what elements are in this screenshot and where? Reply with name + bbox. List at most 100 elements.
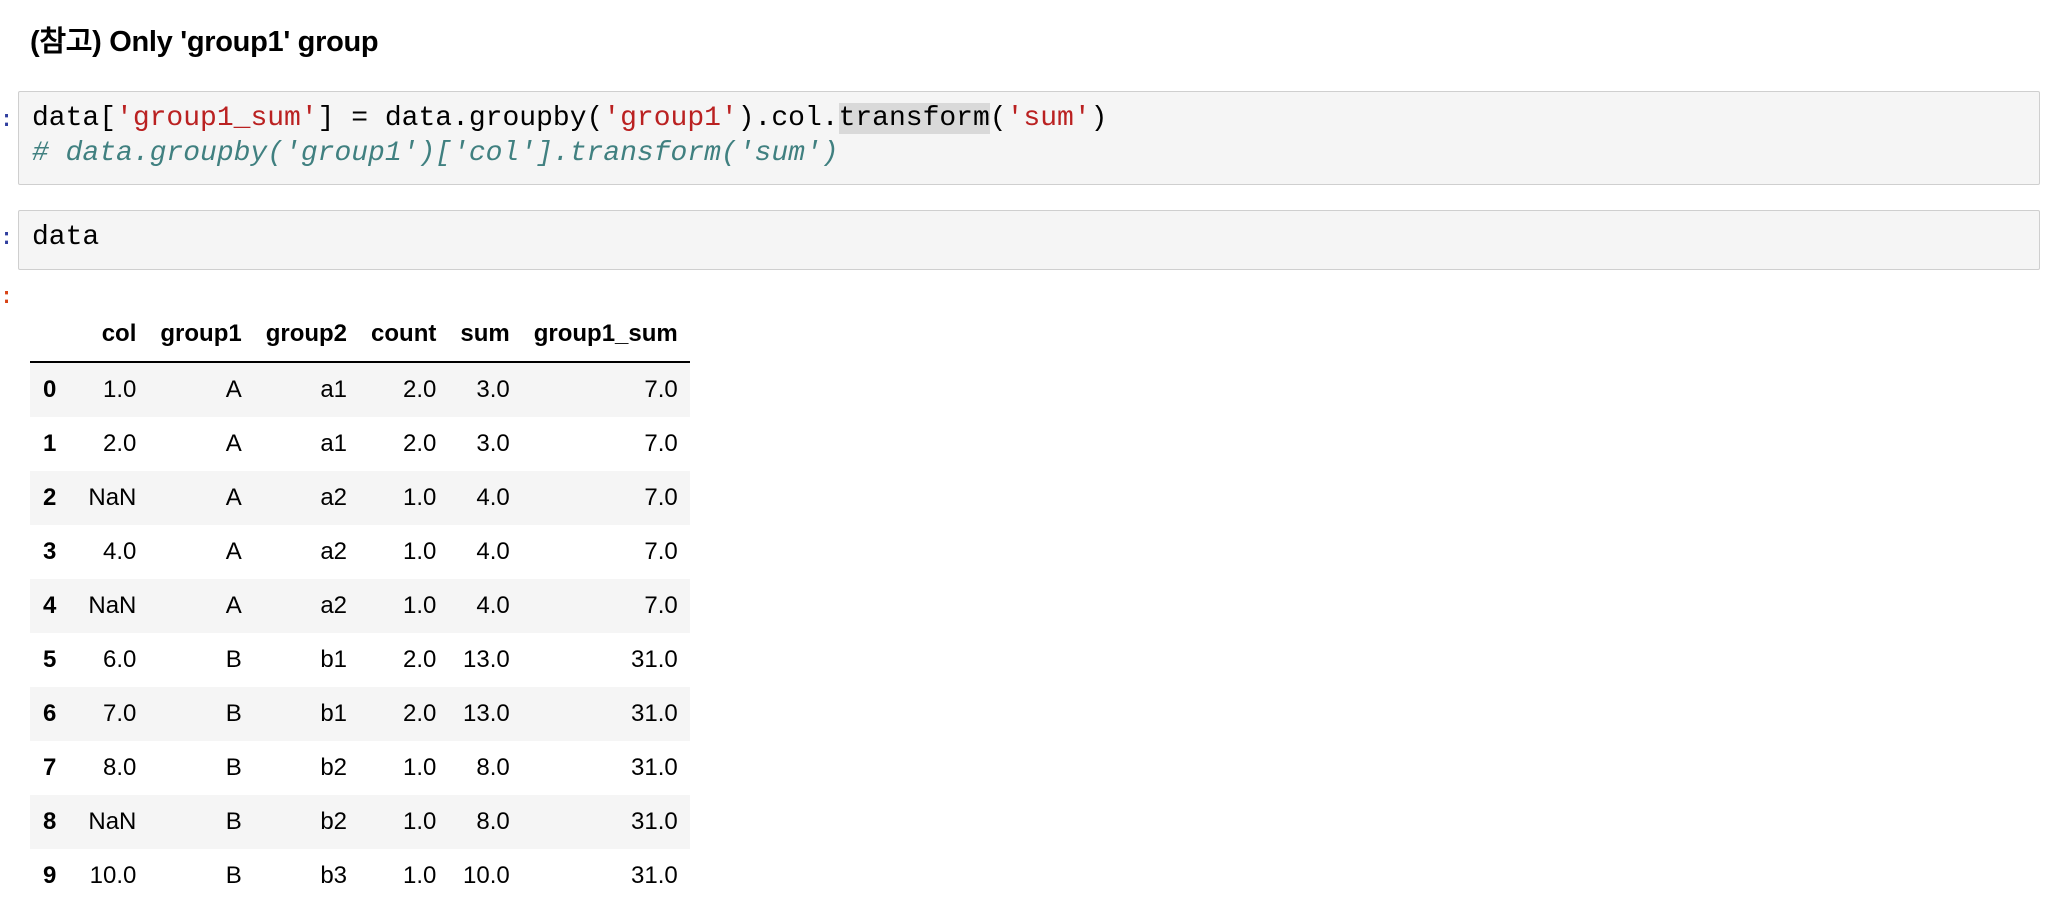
table-cell: 2.0 — [402, 646, 437, 673]
table-cell: 4.0 — [103, 538, 137, 565]
code-string: 'sum' — [1006, 103, 1091, 134]
code-token: ] = data.groupby( — [317, 103, 604, 134]
table-cell: A — [225, 484, 242, 511]
table-row: 3 4.0 Aa2 1.0 4.0 7.0 — [30, 525, 690, 579]
table-cell: 1.0 — [402, 538, 437, 565]
table-cell: 8.0 — [476, 754, 510, 781]
row-index: 5 — [43, 646, 57, 673]
code-comment: # data.groupby('group1')['col'].transfor… — [32, 138, 839, 169]
column-header-group1: group1 — [148, 307, 254, 363]
table-cell: 1.0 — [402, 484, 437, 511]
row-index: 7 — [43, 754, 57, 781]
row-index: 0 — [43, 376, 57, 403]
table-cell: 31.0 — [631, 754, 678, 781]
cell-prompt-code1: : — [0, 110, 8, 132]
table-row: 4 NaN Aa2 1.0 4.0 7.0 — [30, 579, 690, 633]
code-string: 'group1' — [603, 103, 738, 134]
code-token: data[ — [32, 103, 117, 134]
table-cell: 10.0 — [89, 862, 137, 889]
table-cell: 4.0 — [476, 484, 510, 511]
cell-prompt-code2: : — [0, 228, 8, 250]
code-line-1: data['group1_sum'] = data.groupby('group… — [32, 101, 2039, 136]
table-cell: b3 — [320, 862, 348, 889]
code-token: ( — [989, 103, 1007, 134]
table-cell: 13.0 — [463, 646, 510, 673]
code-string: 'group1_sum' — [116, 103, 318, 134]
row-index: 6 — [43, 700, 57, 727]
table-cell: a1 — [320, 376, 348, 403]
table-cell: b1 — [320, 646, 348, 673]
table-cell: a2 — [320, 538, 348, 565]
table-row: 8 NaN Bb2 1.0 8.0 31.0 — [30, 795, 690, 849]
table-cell: b1 — [320, 700, 348, 727]
table-cell: b2 — [320, 808, 348, 835]
code-cell-data[interactable]: data — [18, 210, 2040, 270]
table-cell: 4.0 — [476, 592, 510, 619]
table-cell: B — [225, 700, 242, 727]
table-cell: a2 — [320, 592, 348, 619]
table-cell: a1 — [320, 430, 348, 457]
table-cell: A — [225, 538, 242, 565]
table-cell: 2.0 — [402, 700, 437, 727]
table-cell: 2.0 — [402, 430, 437, 457]
table-cell: 1.0 — [402, 862, 437, 889]
table-cell: NaN — [88, 808, 137, 835]
table-cell: 4.0 — [476, 538, 510, 565]
table-row: 1 2.0 Aa1 2.0 3.0 7.0 — [30, 417, 690, 471]
table-cell: B — [225, 754, 242, 781]
table-cell: 7.0 — [103, 700, 137, 727]
table-row: 9 10.0 Bb3 1.0 10.0 31.0 — [30, 849, 690, 903]
table-row: 5 6.0 Bb1 2.0 13.0 31.0 — [30, 633, 690, 687]
index-header — [30, 307, 69, 363]
table-cell: 7.0 — [644, 376, 678, 403]
table-cell: 7.0 — [644, 430, 678, 457]
table-cell: 13.0 — [463, 700, 510, 727]
table-cell: 2.0 — [103, 430, 137, 457]
code-cell-groupby-transform[interactable]: data['group1_sum'] = data.groupby('group… — [18, 91, 2040, 185]
table-cell: A — [225, 592, 242, 619]
table-header-row: col group1 group2 count sum group1_sum — [30, 307, 690, 363]
code-highlight-transform: transform — [838, 103, 990, 134]
table-cell: 3.0 — [476, 376, 510, 403]
table-cell: 8.0 — [476, 808, 510, 835]
table-cell: 31.0 — [631, 700, 678, 727]
table-cell: 7.0 — [644, 484, 678, 511]
column-header-group2: group2 — [253, 307, 360, 363]
table-row: 7 8.0 Bb2 1.0 8.0 31.0 — [30, 741, 690, 795]
row-index: 9 — [43, 862, 57, 889]
code-line: data — [32, 222, 100, 253]
table-cell: 6.0 — [103, 646, 137, 673]
table-cell: 1.0 — [402, 808, 437, 835]
dataframe-output: col group1 group2 count sum group1_sum 0… — [30, 307, 690, 903]
table-cell: B — [225, 862, 242, 889]
column-header-col: col — [68, 307, 149, 363]
table-cell: 7.0 — [644, 538, 678, 565]
table-cell: A — [225, 430, 242, 457]
row-index: 4 — [43, 592, 57, 619]
table-cell: 7.0 — [644, 592, 678, 619]
table-cell: NaN — [88, 484, 137, 511]
table-cell: B — [225, 808, 242, 835]
column-header-count: count — [359, 307, 449, 363]
row-index: 8 — [43, 808, 57, 835]
table-row: 6 7.0 Bb1 2.0 13.0 31.0 — [30, 687, 690, 741]
table-cell: 31.0 — [631, 646, 678, 673]
table-cell: 8.0 — [103, 754, 137, 781]
table-row: 0 1.0 Aa1 2.0 3.0 7.0 — [30, 362, 690, 417]
table-cell: a2 — [320, 484, 348, 511]
column-header-group1-sum: group1_sum — [521, 307, 690, 363]
table-cell: 10.0 — [463, 862, 510, 889]
code-token: ).col. — [737, 103, 839, 134]
table-cell: NaN — [88, 592, 137, 619]
table-cell: 31.0 — [631, 808, 678, 835]
table-cell: 1.0 — [103, 376, 137, 403]
table-cell: 1.0 — [402, 592, 437, 619]
cell-prompt-output: : — [0, 287, 8, 309]
code-token: ) — [1090, 103, 1108, 134]
row-index: 2 — [43, 484, 57, 511]
row-index: 3 — [43, 538, 57, 565]
row-index: 1 — [43, 430, 57, 457]
table-cell: 2.0 — [402, 376, 437, 403]
table-row: 2 NaN Aa2 1.0 4.0 7.0 — [30, 471, 690, 525]
table-cell: A — [225, 376, 242, 403]
